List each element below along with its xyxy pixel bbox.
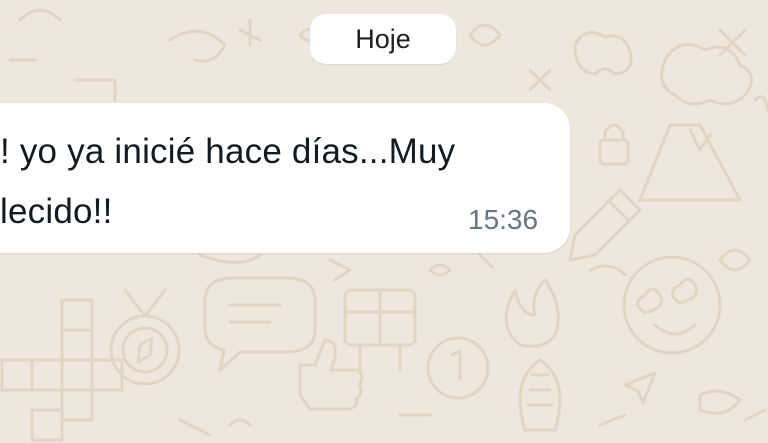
pencil-icon [568, 188, 642, 262]
chat-bubble-icon [203, 276, 317, 372]
volcano-icon [638, 42, 753, 202]
heart-eyes-emoji-icon [622, 255, 722, 355]
paper-plane-icon [623, 371, 657, 405]
date-separator-label: Hoje [355, 23, 411, 54]
crossword-icon [0, 298, 124, 442]
game-controller-icon [573, 31, 633, 76]
thumbs-up-icon [298, 338, 364, 411]
fire-icon [504, 278, 560, 348]
corn-icon [518, 358, 562, 432]
gift-box-icon [343, 288, 417, 372]
clock-icon [426, 336, 490, 400]
lock-icon [598, 123, 630, 166]
message-text-line-2: lecido!! [0, 192, 113, 231]
date-separator: Hoje [310, 14, 456, 64]
message-text-line-1: ! yo ya inicié hace días...Muy [0, 132, 456, 171]
message-timestamp: 15:36 [468, 204, 539, 235]
